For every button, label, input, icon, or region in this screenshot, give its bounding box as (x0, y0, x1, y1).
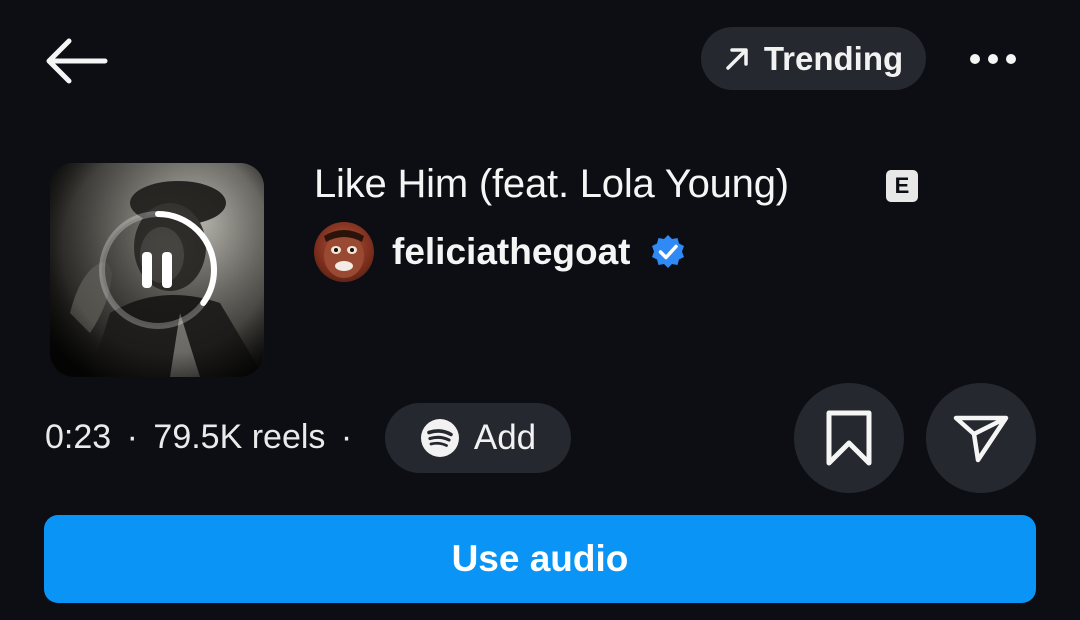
more-options-button[interactable] (958, 38, 1028, 80)
artist-link[interactable]: feliciathegoat (314, 221, 687, 283)
trending-label: Trending (763, 39, 904, 77)
add-label: Add (473, 418, 537, 457)
verified-badge-icon (651, 235, 684, 268)
arrow-left-icon (46, 38, 108, 84)
bookmark-icon (826, 410, 872, 466)
reels-count: 79.5K reels (153, 418, 326, 456)
album-cover[interactable] (50, 163, 264, 377)
audio-page: Trending Like Him (feat. Lola Young) E f… (0, 0, 1080, 620)
explicit-badge: E (886, 170, 918, 202)
separator: · (340, 418, 353, 456)
use-audio-label: Use audio (451, 538, 629, 579)
avatar (314, 222, 374, 282)
send-icon (953, 415, 1009, 463)
track-meta: 0:23 · 79.5K reels · (45, 418, 352, 457)
trending-button[interactable]: Trending (701, 27, 926, 90)
use-audio-button[interactable]: Use audio (44, 515, 1036, 603)
share-button[interactable] (926, 383, 1036, 493)
separator: · (126, 418, 138, 456)
song-title: Like Him (feat. Lola Young) (314, 162, 789, 206)
pause-icon[interactable] (135, 248, 179, 292)
add-to-spotify-button[interactable]: Add (385, 403, 571, 473)
arrow-up-right-icon (726, 47, 748, 70)
back-button[interactable] (40, 34, 112, 88)
spotify-icon (420, 419, 459, 457)
artist-name: feliciathegoat (392, 231, 631, 272)
save-button[interactable] (794, 383, 904, 493)
duration: 0:23 (45, 418, 112, 456)
more-horizontal-icon (970, 54, 1016, 64)
